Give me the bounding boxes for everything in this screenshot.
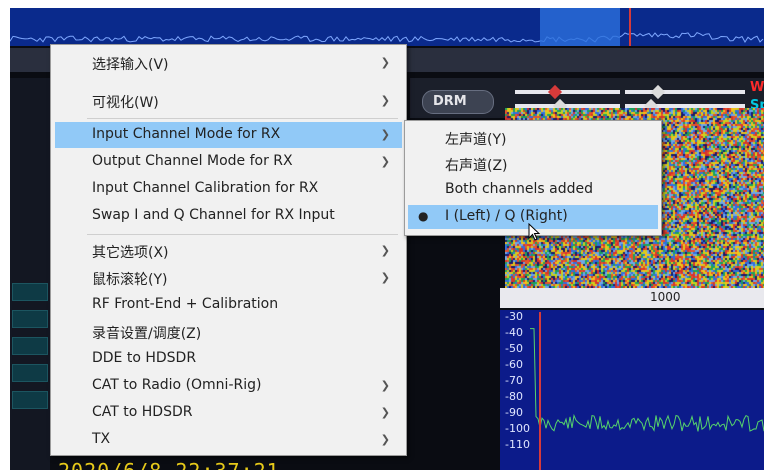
menu-item-input-channel-mode[interactable]: Input Channel Mode for RX ❯ (55, 122, 402, 148)
menu-item-label: CAT to HDSDR (92, 404, 193, 420)
submenu-item-label: I (Left) / Q (Right) (445, 208, 568, 224)
menu-item-label: Output Channel Mode for RX (92, 153, 293, 169)
chevron-right-icon: ❯ (380, 406, 390, 419)
menu-item-tx[interactable]: TX ❯ (55, 427, 402, 453)
db-scale-label: -90 (505, 406, 523, 419)
menu-item-cat-to-radio[interactable]: CAT to Radio (Omni-Rig) ❯ (55, 373, 402, 399)
db-scale-label: -110 (505, 438, 530, 451)
top-spectrum-line (10, 31, 764, 43)
submenu-item-left-channel[interactable]: 左声道(Y) (408, 126, 658, 150)
drm-button-label: DRM (433, 94, 467, 109)
input-channel-submenu: 左声道(Y) 右声道(Z) Both channels added ● I (L… (404, 120, 662, 236)
left-indicator (12, 310, 48, 328)
menu-item-input-channel-calibration[interactable]: Input Channel Calibration for RX (55, 176, 402, 202)
top-signal-block (540, 8, 620, 46)
left-indicator (12, 283, 48, 301)
chevron-right-icon: ❯ (380, 379, 390, 392)
drm-button[interactable]: DRM (422, 90, 494, 114)
mouse-cursor-icon (528, 223, 541, 241)
chevron-right-icon: ❯ (380, 128, 390, 141)
menu-item-label: 录音设置/调度(Z) (92, 326, 202, 342)
db-scale-label: -70 (505, 374, 523, 387)
submenu-item-label: 左声道(Y) (445, 132, 507, 148)
db-scale-label: -80 (505, 390, 523, 403)
menu-item-rf-frontend[interactable]: RF Front-End + Calibration (55, 292, 402, 318)
submenu-item-both-channels[interactable]: Both channels added (408, 178, 658, 202)
menu-item-label: 鼠标滚轮(Y) (92, 272, 168, 288)
menu-item-label: 选择输入(V) (92, 57, 169, 73)
menu-item-output-channel-mode[interactable]: Output Channel Mode for RX ❯ (55, 149, 402, 175)
menu-item-label: RF Front-End + Calibration (92, 296, 279, 312)
menu-item-other-options[interactable]: 其它选项(X) ❯ (55, 238, 402, 264)
timestamp: 2020/6/8 22:37:21 (58, 459, 280, 470)
chevron-right-icon: ❯ (380, 433, 390, 446)
menu-item-dde-to-hdsdr[interactable]: DDE to HDSDR (55, 346, 402, 372)
frequency-axis-label: 1000 (650, 290, 681, 304)
db-scale-label: -40 (505, 326, 523, 339)
db-scale-label: -60 (505, 358, 523, 371)
menu-separator (87, 234, 398, 235)
chevron-right-icon: ❯ (380, 271, 390, 284)
menu-item-label: TX (92, 431, 111, 447)
radio-bullet-icon: ● (418, 209, 429, 223)
chevron-right-icon: ❯ (380, 56, 390, 69)
db-scale-label: -50 (505, 342, 523, 355)
db-scale-label: -100 (505, 422, 530, 435)
top-spectrum-band (10, 8, 764, 46)
frequency-axis (500, 288, 764, 308)
menu-item-label: Input Channel Mode for RX (92, 126, 281, 142)
slider-track[interactable] (515, 90, 620, 94)
db-scale-label: -30 (505, 310, 523, 323)
menu-item-label: 其它选项(X) (92, 245, 169, 261)
spectrum-line (530, 328, 764, 432)
chevron-right-icon: ❯ (380, 155, 390, 168)
spectrum-trace (530, 312, 764, 470)
left-indicator (12, 364, 48, 382)
submenu-item-right-channel[interactable]: 右声道(Z) (408, 152, 658, 176)
menu-item-swap-iq[interactable]: Swap I and Q Channel for RX Input (55, 203, 402, 229)
menu-item-mouse-wheel[interactable]: 鼠标滚轮(Y) ❯ (55, 265, 402, 291)
menu-item-label: DDE to HDSDR (92, 350, 197, 366)
menu-item-recording-settings[interactable]: 录音设置/调度(Z) (55, 319, 402, 345)
menu-item-visualization[interactable]: 可视化(W) ❯ (55, 88, 402, 114)
menu-item-select-input[interactable]: 选择输入(V) ❯ (55, 50, 402, 76)
slider-track[interactable] (625, 90, 745, 94)
left-indicator (12, 337, 48, 355)
menu-item-cat-to-hdsdr[interactable]: CAT to HDSDR ❯ (55, 400, 402, 426)
menu-item-label: 可视化(W) (92, 95, 159, 111)
menu-separator (87, 118, 398, 119)
chevron-right-icon: ❯ (380, 244, 390, 257)
menu-item-label: Swap I and Q Channel for RX Input (92, 207, 335, 223)
app-window: DRM Wa Sp 1000 -30 -40 -50 -60 -70 -80 -… (0, 0, 764, 470)
menu-item-label: CAT to Radio (Omni-Rig) (92, 377, 262, 393)
submenu-item-label: Both channels added (445, 181, 593, 197)
waterfall-label: Wa (750, 80, 764, 95)
menu-item-label: Input Channel Calibration for RX (92, 180, 319, 196)
top-spectrum-plot (10, 8, 764, 46)
submenu-item-label: 右声道(Z) (445, 158, 508, 174)
chevron-right-icon: ❯ (380, 94, 390, 107)
left-indicator (12, 391, 48, 409)
context-menu: 选择输入(V) ❯ 可视化(W) ❯ Input Channel Mode fo… (50, 44, 407, 456)
left-panel (10, 78, 50, 470)
